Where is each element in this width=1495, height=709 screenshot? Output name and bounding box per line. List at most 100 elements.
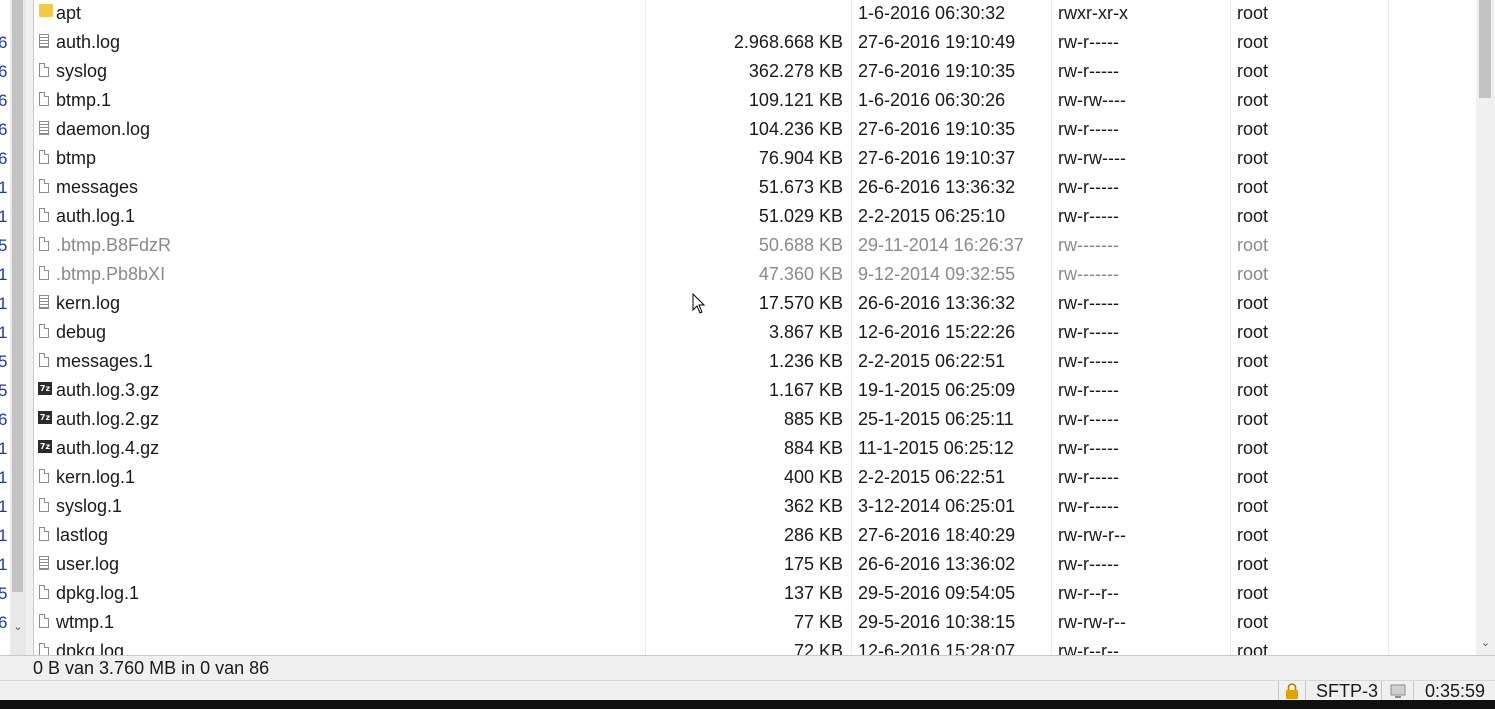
- file-icon: [39, 353, 49, 367]
- file-row[interactable]: daemon.log 104.236 KB 27-6-2016 19:10:35 rw…: [34, 115, 1476, 144]
- file-row[interactable]: lastlog 286 KB 27-6-2016 18:40:29 rw-rw-r--…: [34, 521, 1476, 550]
- left-panel-line-fragment: 1: [0, 555, 8, 574]
- file-row[interactable]: .btmp.Pb8bXI 47.360 KB 9-12-2014 09:32:55 r…: [34, 260, 1476, 289]
- file-row[interactable]: btmp 76.904 KB 27-6-2016 19:10:37 rw-rw----…: [34, 144, 1476, 173]
- file-row[interactable]: syslog.1 362 KB 3-12-2014 06:25:01 rw-r----…: [34, 492, 1476, 521]
- file-row[interactable]: syslog 362.278 KB 27-6-2016 19:10:35 rw-r--…: [34, 57, 1476, 86]
- lock-icon[interactable]: [1278, 681, 1305, 701]
- file-name: kern.log.1: [56, 467, 136, 487]
- file-row[interactable]: 7z auth.log.3.gz 1.167 KB 19-1-2015 06:25:0…: [34, 376, 1476, 405]
- file-size: 51.029 KB: [758, 206, 843, 226]
- file-owner: root: [1237, 409, 1269, 429]
- file-owner: root: [1237, 438, 1269, 458]
- file-row-icon-cell: [37, 608, 53, 637]
- file-modified-date: 27-6-2016 19:10:37: [858, 148, 1016, 168]
- file-list-scrollbar-thumb[interactable]: [1479, 0, 1491, 98]
- scroll-down-arrow-icon[interactable]: ⌄: [1476, 636, 1495, 649]
- file-permissions: rw-r-----: [1058, 322, 1119, 342]
- file-size: 1.167 KB: [768, 380, 843, 400]
- file-row[interactable]: wtmp.1 77 KB 29-5-2016 10:38:15 rw-rw-r-- ro…: [34, 608, 1476, 637]
- file-row[interactable]: btmp.1 109.121 KB 1-6-2016 06:30:26 rw-rw--…: [34, 86, 1476, 115]
- file-list-scrollbar[interactable]: ⌄: [1476, 0, 1495, 655]
- file-row[interactable]: messages 51.673 KB 26-6-2016 13:36:32 rw-r-…: [34, 173, 1476, 202]
- left-panel-scrollbar[interactable]: ⌄: [10, 0, 27, 655]
- file-row[interactable]: kern.log.1 400 KB 2-2-2015 06:22:51 rw-r---…: [34, 463, 1476, 492]
- file-modified-date: 27-6-2016 19:10:35: [858, 119, 1016, 139]
- file-name: apt: [56, 3, 82, 23]
- file-row[interactable]: debug 3.867 KB 12-6-2016 15:22:26 rw-r-----…: [34, 318, 1476, 347]
- file-name: auth.log.1: [56, 206, 136, 226]
- file-row-icon-cell: [37, 28, 53, 57]
- file-row-icon-cell: [37, 289, 53, 318]
- file-name: daemon.log: [56, 119, 151, 139]
- remote-file-list[interactable]: apt 1-6-2016 06:30:32 rwxr-xr-x root auth.lo…: [34, 0, 1476, 655]
- file-row-icon-cell: [37, 115, 53, 144]
- file-row[interactable]: 7z auth.log.2.gz 885 KB 25-1-2015 06:25:11 r…: [34, 405, 1476, 434]
- file-size: 3.867 KB: [768, 322, 843, 342]
- file-row-icon-cell: [37, 463, 53, 492]
- file-icon: [39, 324, 49, 338]
- file-permissions: rw-r-----: [1058, 438, 1119, 458]
- left-panel-line-fragment: 1: [0, 178, 8, 197]
- file-row-icon-cell: [37, 637, 53, 655]
- file-icon: [39, 266, 49, 280]
- file-owner: root: [1237, 380, 1269, 400]
- file-name: dpkg.log: [56, 641, 125, 655]
- file-row[interactable]: auth.log.1 51.029 KB 2-2-2015 06:25:10 rw-r…: [34, 202, 1476, 231]
- file-row[interactable]: dpkg.log.1 137 KB 29-5-2016 09:54:05 rw-r--…: [34, 579, 1476, 608]
- file-icon: [39, 643, 49, 655]
- file-modified-date: 19-1-2015 06:25:09: [858, 380, 1016, 400]
- file-name: .btmp.B8FdzR: [56, 235, 172, 255]
- file-size: 175 KB: [783, 554, 843, 574]
- file-permissions: rwxr-xr-x: [1058, 3, 1128, 23]
- file-row-icon-cell: [37, 144, 53, 173]
- file-icon: [39, 237, 49, 251]
- panel-splitter[interactable]: [26, 0, 34, 655]
- file-modified-date: 2-2-2015 06:25:10: [858, 206, 1006, 226]
- file-row-icon-cell: [37, 260, 53, 289]
- archive-icon: 7z: [38, 440, 52, 453]
- file-row-icon-cell: [37, 57, 53, 86]
- left-panel-line-fragment: 1: [0, 323, 8, 342]
- file-row-icon-cell: [37, 202, 53, 231]
- left-panel-line-fragment: 6: [0, 149, 8, 168]
- left-scrollbar-thumb[interactable]: [12, 0, 23, 592]
- file-row[interactable]: 7z auth.log.4.gz 884 KB 11-1-2015 06:25:12 r…: [34, 434, 1476, 463]
- file-icon: [39, 63, 49, 77]
- protocol-indicator[interactable]: SFTP-3: [1305, 681, 1381, 701]
- file-row-icon-cell: [37, 521, 53, 550]
- file-icon: [39, 92, 49, 106]
- file-modified-date: 29-5-2016 09:54:05: [858, 583, 1016, 603]
- file-icon: [39, 527, 49, 541]
- file-modified-date: 26-6-2016 13:36:02: [858, 554, 1016, 574]
- file-permissions: rw-r-----: [1058, 409, 1119, 429]
- file-row[interactable]: apt 1-6-2016 06:30:32 rwxr-xr-x root: [34, 0, 1476, 28]
- file-row[interactable]: user.log 175 KB 26-6-2016 13:36:02 rw-r----…: [34, 550, 1476, 579]
- file-row-icon-cell: [37, 347, 53, 376]
- chevron-down-icon[interactable]: ⌄: [10, 620, 26, 633]
- file-name: dpkg.log.1: [56, 583, 140, 603]
- left-panel-line-fragment: 5: [0, 352, 8, 371]
- file-icon: [39, 179, 49, 193]
- file-permissions: rw-r-----: [1058, 554, 1119, 574]
- file-row-icon-cell: [37, 492, 53, 521]
- file-permissions: rw-rw----: [1058, 90, 1126, 110]
- file-row[interactable]: messages.1 1.236 KB 2-2-2015 06:22:51 rw-r-…: [34, 347, 1476, 376]
- file-row[interactable]: auth.log 2.968.668 KB 27-6-2016 19:10:49 rw…: [34, 28, 1476, 57]
- left-panel-line-fragment: 1: [0, 439, 8, 458]
- file-size: 2.968.668 KB: [733, 32, 843, 52]
- file-owner: root: [1237, 525, 1269, 545]
- file-size: 72 KB: [793, 641, 843, 655]
- file-owner: root: [1237, 148, 1269, 168]
- file-size: 1.236 KB: [768, 351, 843, 371]
- file-row-icon-cell: [37, 550, 53, 579]
- file-name: wtmp.1: [56, 612, 115, 632]
- file-permissions: rw-r-----: [1058, 32, 1119, 52]
- file-permissions: rw-r-----: [1058, 206, 1119, 226]
- file-size: 885 KB: [783, 409, 843, 429]
- file-row[interactable]: dpkg.log 72 KB 12-6-2016 15:28:07 rw-r--r--…: [34, 637, 1476, 655]
- file-row[interactable]: kern.log 17.570 KB 26-6-2016 13:36:32 rw-r-…: [34, 289, 1476, 318]
- file-row-icon-cell: 7z: [37, 376, 53, 405]
- file-row[interactable]: .btmp.B8FdzR 50.688 KB 29-11-2014 16:26:37…: [34, 231, 1476, 260]
- monitor-icon[interactable]: [1381, 681, 1414, 701]
